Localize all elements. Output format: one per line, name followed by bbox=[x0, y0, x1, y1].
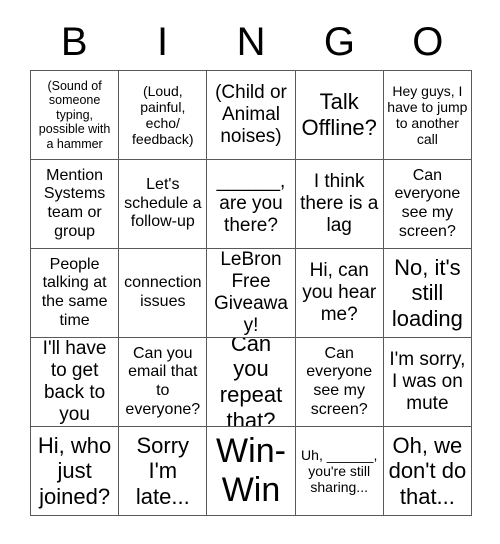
bingo-cell[interactable]: I think there is a lag bbox=[295, 160, 384, 249]
bingo-cell-text: Hi, can you hear me? bbox=[302, 259, 377, 326]
bingo-cell[interactable]: Talk Offline? bbox=[295, 71, 384, 160]
bingo-cell[interactable]: Can everyone see my screen? bbox=[295, 338, 384, 427]
bingo-cell-text: (Sound of someone typing, possible with … bbox=[38, 78, 111, 151]
bingo-cell-text: I think there is a lag bbox=[300, 170, 379, 237]
bingo-cell[interactable]: Let's schedule a follow-up bbox=[119, 160, 208, 249]
bingo-cell-text: Sorry I'm late... bbox=[135, 432, 190, 509]
bingo-cell-text: Mention Systems team or group bbox=[43, 166, 106, 240]
bingo-cell[interactable]: Sorry I'm late... bbox=[119, 427, 208, 516]
bingo-cell-text: (Child or Animal noises) bbox=[215, 81, 287, 148]
header-letter-g: G bbox=[323, 20, 355, 64]
bingo-cell-text: LeBron Free Giveaway! bbox=[214, 249, 288, 337]
header-letter-n: N bbox=[236, 20, 266, 64]
bingo-cell[interactable]: ______, are you there? bbox=[207, 160, 296, 249]
bingo-cell[interactable]: Hey guys, I have to jump to another call bbox=[383, 71, 472, 160]
header-letter-o: O bbox=[412, 20, 444, 64]
bingo-cell-text: Can everyone see my screen? bbox=[394, 166, 461, 240]
bingo-grid: (Sound of someone typing, possible with … bbox=[30, 70, 472, 516]
bingo-cell[interactable]: People talking at the same time bbox=[31, 249, 120, 338]
bingo-cell[interactable]: I'll have to get back to you bbox=[31, 338, 120, 427]
bingo-cell-text: Hi, who just joined? bbox=[37, 432, 112, 509]
bingo-cell-text: Win-Win bbox=[216, 431, 286, 509]
bingo-cell-text: Can you email that to everyone? bbox=[125, 344, 201, 418]
bingo-cell[interactable]: (Loud, painful, echo/ feedback) bbox=[119, 71, 208, 160]
bingo-cell[interactable]: Hi, can you hear me? bbox=[295, 249, 384, 338]
bingo-cell-text: connection issues bbox=[124, 274, 202, 310]
bingo-cell-text: Let's schedule a follow-up bbox=[124, 176, 202, 231]
bingo-card: B I N G O (Sound of someone typing, poss… bbox=[0, 0, 500, 544]
bingo-cell[interactable]: No, it's still loading bbox=[383, 249, 472, 338]
bingo-cell[interactable]: Can you email that to everyone? bbox=[119, 338, 208, 427]
bingo-cell[interactable]: Can you repeat that? bbox=[207, 338, 296, 427]
bingo-cell-text: ______, are you there? bbox=[216, 170, 286, 237]
bingo-cell[interactable]: Oh, we don't do that... bbox=[383, 427, 472, 516]
bingo-cell-text: (Loud, painful, echo/ feedback) bbox=[132, 82, 194, 148]
bingo-cell-text: Oh, we don't do that... bbox=[388, 432, 467, 509]
bingo-cell-text: Can everyone see my screen? bbox=[306, 344, 373, 418]
bingo-cell-text: Can you repeat that? bbox=[219, 338, 283, 427]
bingo-cell-free-space[interactable]: Win-Win bbox=[207, 427, 296, 516]
header-letter-i: I bbox=[157, 20, 169, 64]
bingo-cell[interactable]: LeBron Free Giveaway! bbox=[207, 249, 296, 338]
bingo-cell-text: I'm sorry, I was on mute bbox=[389, 348, 466, 415]
bingo-cell[interactable]: (Child or Animal noises) bbox=[207, 71, 296, 160]
bingo-cell-text: Hey guys, I have to jump to another call bbox=[387, 82, 468, 148]
bingo-cell-text: People talking at the same time bbox=[41, 255, 108, 329]
bingo-cell[interactable]: Hi, who just joined? bbox=[31, 427, 120, 516]
bingo-cell[interactable]: Uh, ______, you're still sharing... bbox=[295, 427, 384, 516]
bingo-cell[interactable]: Can everyone see my screen? bbox=[383, 160, 472, 249]
bingo-header-row: B I N G O bbox=[30, 14, 472, 70]
bingo-cell[interactable]: I'm sorry, I was on mute bbox=[383, 338, 472, 427]
bingo-cell-text: No, it's still loading bbox=[391, 254, 463, 331]
bingo-cell-text: Uh, ______, you're still sharing... bbox=[301, 446, 378, 496]
bingo-cell[interactable]: connection issues bbox=[119, 249, 208, 338]
bingo-cell-text: Talk Offline? bbox=[301, 89, 377, 140]
bingo-cell-text: I'll have to get back to you bbox=[42, 338, 107, 426]
header-letter-b: B bbox=[60, 20, 88, 64]
bingo-cell[interactable]: Mention Systems team or group bbox=[31, 160, 120, 249]
bingo-cell[interactable]: (Sound of someone typing, possible with … bbox=[31, 71, 120, 160]
